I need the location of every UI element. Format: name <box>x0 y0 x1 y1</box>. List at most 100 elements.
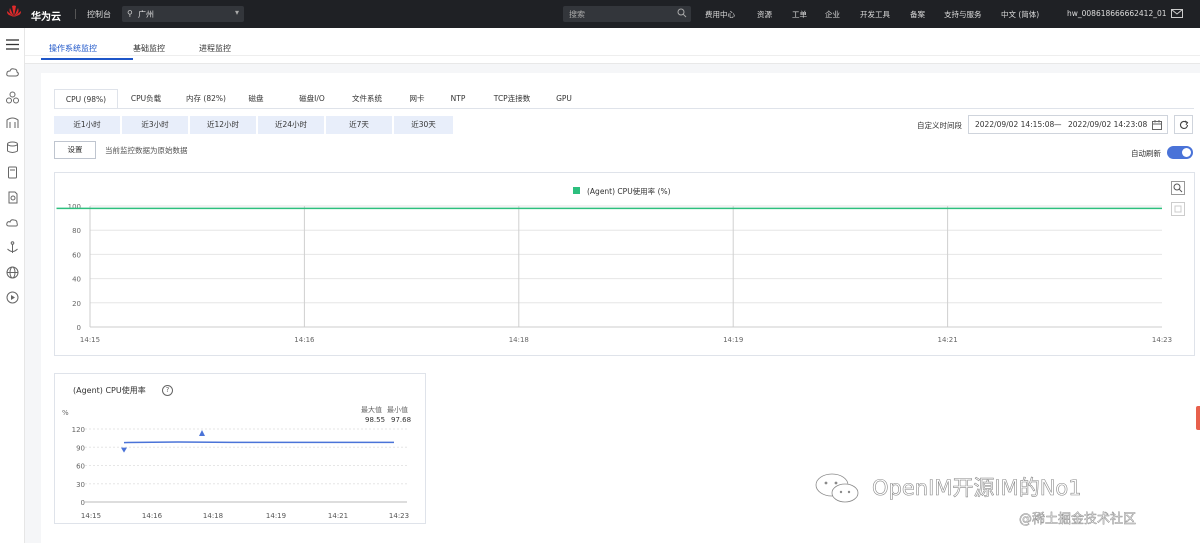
nodes-icon[interactable] <box>6 91 19 104</box>
range-30d-button[interactable]: 近30天 <box>394 116 453 134</box>
date-separator: — <box>1054 120 1062 129</box>
x-tick-label: 14:16 <box>142 512 163 520</box>
max-marker <box>199 430 205 437</box>
auto-refresh-label: 自动刷新 <box>1131 149 1161 158</box>
range-12h-button[interactable]: 近12小时 <box>190 116 256 134</box>
raw-data-note: 当前监控数据为原始数据 <box>105 146 188 155</box>
watermark-subtext: @稀土掘金技术社区 <box>1019 512 1137 528</box>
bridge-icon[interactable] <box>6 116 19 129</box>
range-3h-button[interactable]: 近3小时 <box>122 116 188 134</box>
cloud-icon[interactable] <box>6 66 19 79</box>
nav-dev-tools[interactable]: 开发工具 <box>860 9 890 20</box>
nav-language[interactable]: 中文 (简体) <box>1001 9 1039 20</box>
nav-resources[interactable]: 资源 <box>757 9 772 20</box>
chevron-down-icon: ▾ <box>234 8 239 17</box>
subtab-filesystem[interactable]: 文件系统 <box>347 89 387 109</box>
subtab-memory[interactable]: 内存 (82%) <box>175 89 237 109</box>
y-tick-label: 0 <box>77 324 81 332</box>
divider <box>75 9 76 19</box>
nav-icp[interactable]: 备案 <box>910 9 925 20</box>
region-select[interactable]: ⚲ 广州 ▾ <box>122 6 244 22</box>
play-circle-icon[interactable] <box>6 291 19 304</box>
left-rail <box>0 28 25 543</box>
series-line <box>123 441 394 444</box>
cpu-usage-chart-svg: (Agent) CPU使用率 (%) 100 80 60 40 20 0 14:15 14:16… <box>56 186 1172 344</box>
location-pin-icon: ⚲ <box>127 9 133 18</box>
x-tick-label: 14:19 <box>266 512 286 520</box>
wechat-logo-icon <box>815 473 859 503</box>
search-placeholder: 搜索 <box>569 10 585 19</box>
nav-billing[interactable]: 费用中心 <box>705 9 735 20</box>
tab-process-monitoring[interactable]: 进程监控 <box>199 43 231 54</box>
database-icon[interactable] <box>6 141 19 154</box>
top-bar: 华为云 控制台 ⚲ 广州 ▾ 搜索 费用中心 资源 工单 企业 开发工具 备案 … <box>0 0 1200 28</box>
subtab-disk-io[interactable]: 磁盘I/O <box>294 89 330 109</box>
menu-icon[interactable] <box>6 38 19 51</box>
refresh-button[interactable] <box>1174 115 1193 134</box>
x-tick-label: 14:21 <box>328 512 348 520</box>
nav-account[interactable]: hw_008618666662412_01 <box>1067 9 1167 18</box>
tab-os-monitoring[interactable]: 操作系统监控 <box>49 43 97 54</box>
date-start: 2022/09/02 14:15:08 <box>975 120 1055 129</box>
date-range-picker[interactable]: 2022/09/02 14:15:08 — 2022/09/02 14:23:0… <box>968 115 1168 134</box>
subtab-cpu-load[interactable]: CPU负载 <box>121 89 171 109</box>
y-tick-label: 80 <box>72 227 81 235</box>
cpu-usage-card-svg: 120 90 60 30 0 14:15 14:16 14:18 14:19 14:21 14:23 <box>72 426 409 520</box>
console-link[interactable]: 控制台 <box>87 9 111 20</box>
server-icon[interactable] <box>6 166 19 179</box>
globe-icon[interactable] <box>6 266 19 279</box>
mail-icon[interactable] <box>1171 9 1183 18</box>
y-tick-label: 120 <box>72 426 85 434</box>
custom-range-label: 自定义时间段 <box>917 121 962 130</box>
brand-name[interactable]: 华为云 <box>31 8 61 23</box>
region-value: 广州 <box>138 10 154 19</box>
x-tick-label: 14:23 <box>389 512 409 520</box>
subtabs-divider <box>54 108 1194 109</box>
nav-enterprise[interactable]: 企业 <box>825 9 840 20</box>
x-tick-label: 14:19 <box>723 336 743 344</box>
x-tick-label: 14:16 <box>294 336 315 344</box>
x-tick-label: 14:15 <box>81 512 101 520</box>
subtab-tcp[interactable]: TCP连接数 <box>487 89 537 109</box>
y-tick-label: 20 <box>72 300 81 308</box>
date-end: 2022/09/02 14:23:08 <box>1068 120 1148 129</box>
legend-swatch <box>573 187 580 194</box>
cloud-outline-icon[interactable] <box>6 216 19 229</box>
subtab-cpu[interactable]: CPU (98%) <box>54 89 118 109</box>
y-tick-label: 90 <box>76 444 85 452</box>
y-tick-label: 0 <box>81 499 85 507</box>
nav-support[interactable]: 支持与服务 <box>944 9 982 20</box>
tab-divider <box>25 55 1200 56</box>
refresh-icon <box>1180 120 1189 129</box>
subtab-gpu[interactable]: GPU <box>552 89 576 109</box>
subtab-ntp[interactable]: NTP <box>446 89 470 109</box>
settings-button[interactable]: 设置 <box>54 141 96 159</box>
y-tick-label: 60 <box>72 251 81 259</box>
anchor-icon[interactable] <box>6 241 19 254</box>
zoom-icon[interactable] <box>1171 181 1185 195</box>
x-tick-label: 14:23 <box>1152 336 1172 344</box>
range-1h-button[interactable]: 近1小时 <box>54 116 120 134</box>
search-input[interactable]: 搜索 <box>563 6 691 22</box>
restore-icon[interactable] <box>1171 202 1185 216</box>
range-24h-button[interactable]: 近24小时 <box>258 116 324 134</box>
cpu-usage-chart: (Agent) CPU使用率 (%) 100 80 60 40 20 0 14:15 14:16… <box>54 172 1195 356</box>
x-tick-label: 14:15 <box>80 336 100 344</box>
watermark-text: OpenIM开源IM的No1 <box>872 476 1082 501</box>
auto-refresh-toggle[interactable] <box>1167 146 1193 159</box>
huawei-logo-icon[interactable] <box>6 5 22 23</box>
range-7d-button[interactable]: 近7天 <box>326 116 392 134</box>
search-icon[interactable] <box>677 8 687 18</box>
x-tick-label: 14:18 <box>203 512 223 520</box>
feedback-tab[interactable] <box>1196 406 1200 430</box>
y-tick-label: 60 <box>76 463 85 471</box>
x-tick-label: 14:18 <box>509 336 529 344</box>
subtab-disk[interactable]: 磁盘 <box>242 89 270 109</box>
tab-basic-monitoring[interactable]: 基础监控 <box>133 43 165 54</box>
subtab-nic[interactable]: 网卡 <box>404 89 430 109</box>
y-tick-label: 30 <box>76 481 85 489</box>
monitor-tabs: 操作系统监控 基础监控 进程监控 <box>25 28 1200 64</box>
calendar-icon[interactable] <box>1152 120 1162 130</box>
nav-tickets[interactable]: 工单 <box>792 9 807 20</box>
document-icon[interactable] <box>6 191 19 204</box>
